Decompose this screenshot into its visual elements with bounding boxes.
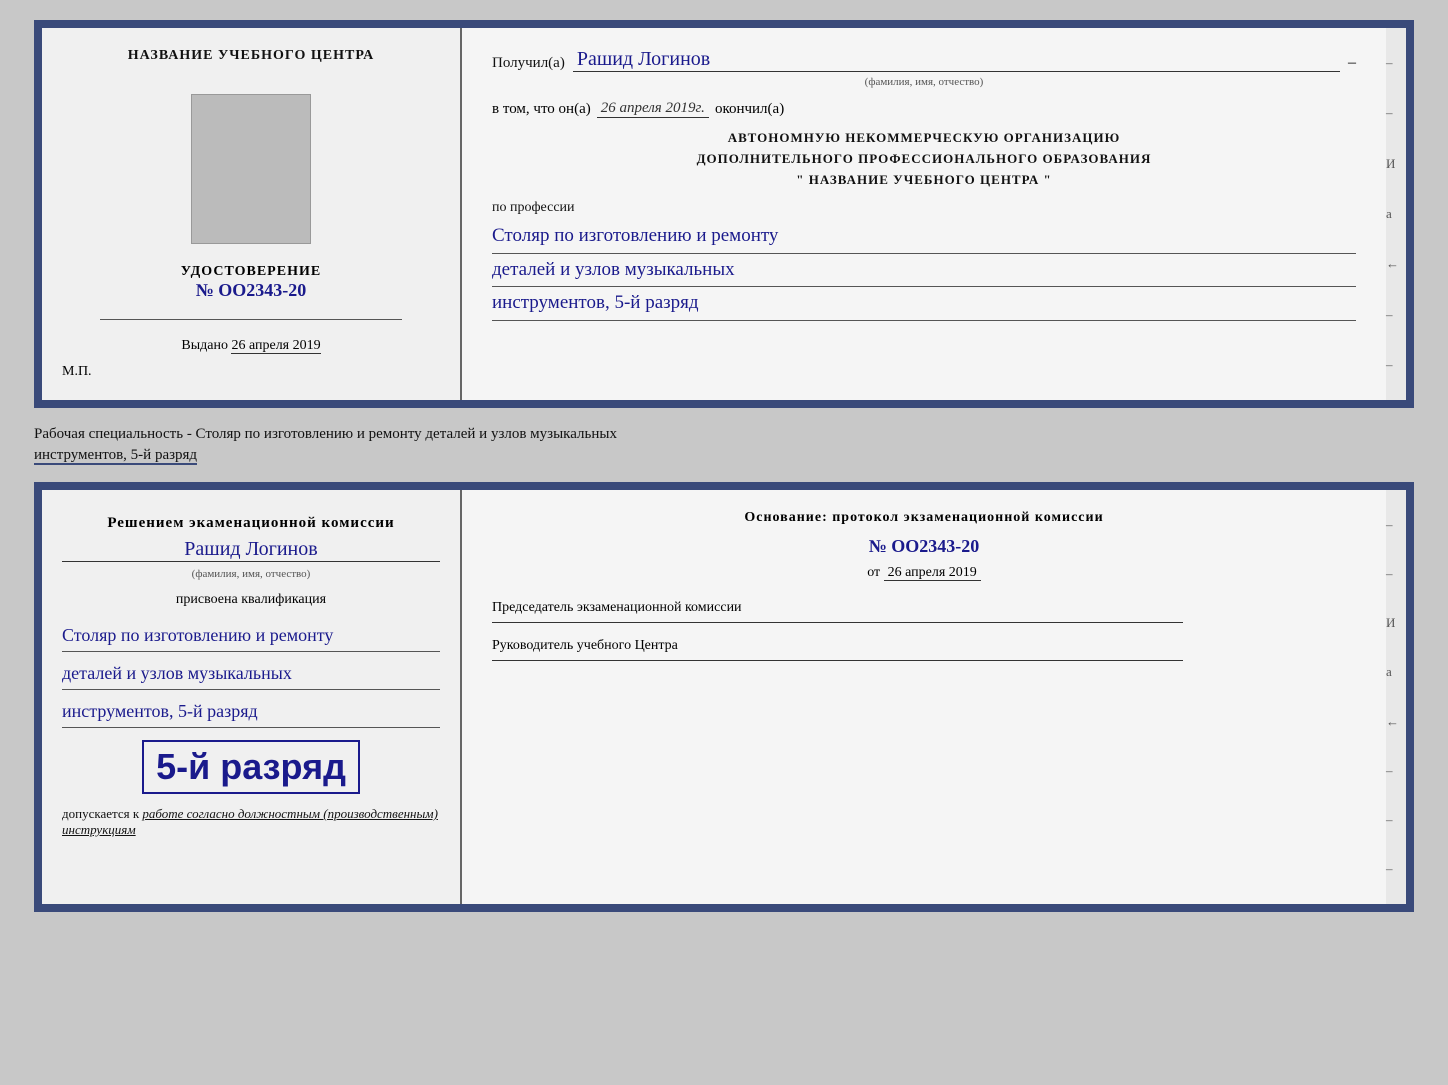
bottom-profession-line2: деталей и узлов музыкальных [62, 658, 440, 690]
razryad-big: 5-й разряд [142, 740, 360, 794]
predsedatel-block: Председатель экзаменационной комиссии [492, 597, 1356, 623]
separator [100, 319, 402, 320]
recipient-label: Получил(а) [492, 55, 565, 72]
top-doc-left: НАЗВАНИЕ УЧЕБНОГО ЦЕНТРА УДОСТОВЕРЕНИЕ №… [42, 28, 462, 400]
bottom-right-wrapper: Основание: протокол экзаменационной коми… [462, 490, 1406, 904]
rukovoditel-label: Руководитель учебного Центра [492, 635, 1356, 656]
dash1: – [1348, 54, 1356, 72]
okonchil-label: окончил(а) [715, 101, 784, 118]
recipient-line: Получил(а) Рашид Логинов – [492, 48, 1356, 72]
ot-label: от [867, 565, 880, 580]
photo-placeholder [191, 94, 311, 244]
org-line3: " НАЗВАНИЕ УЧЕБНОГО ЦЕНТРА " [492, 170, 1356, 191]
bottom-right-side-dashes: – – И а ← – – – [1386, 490, 1406, 904]
bottom-profession-line1: Столяр по изготовлению и ремонту [62, 620, 440, 652]
rukovoditel-block: Руководитель учебного Центра [492, 635, 1356, 661]
org-block: АВТОНОМНУЮ НЕКОММЕРЧЕСКУЮ ОРГАНИЗАЦИЮ ДО… [492, 128, 1356, 190]
bottom-doc-right: Основание: протокол экзаменационной коми… [462, 490, 1386, 904]
top-right-wrapper: Получил(а) Рашид Логинов – (фамилия, имя… [462, 28, 1406, 400]
po-professii-label: по профессии [492, 200, 1356, 216]
bottom-doc-left: Решением экаменационной комиссии Рашид Л… [42, 490, 462, 904]
dopuskaetsya-block: допускается к работе согласно должностны… [62, 806, 440, 838]
top-doc-right: Получил(а) Рашид Логинов – (фамилия, имя… [462, 28, 1386, 400]
bottom-name: Рашид Логинов [62, 538, 440, 562]
vydano-label: Выдано [181, 338, 228, 353]
top-left-title: НАЗВАНИЕ УЧЕБНОГО ЦЕНТРА [128, 48, 374, 64]
right-side-dashes: – – И а ← – – [1386, 28, 1406, 400]
bottom-profession-line3: инструментов, 5-й разряд [62, 696, 440, 728]
v-tom-line: в том, что он(а) 26 апреля 2019г. окончи… [492, 100, 1356, 118]
resheniem-label: Решением экаменационной комиссии [107, 515, 394, 532]
v-tom-label: в том, что он(а) [492, 101, 591, 118]
ot-date-block: от 26 апреля 2019 [492, 565, 1356, 581]
between-label: Рабочая специальность - Столяр по изгото… [34, 418, 1414, 472]
profession-line3: инструментов, 5-й разряд [492, 287, 1356, 321]
org-line1: АВТОНОМНУЮ НЕКОММЕРЧЕСКУЮ ОРГАНИЗАЦИЮ [492, 128, 1356, 149]
rukovoditel-line [492, 660, 1183, 661]
vydano-block: Выдано 26 апреля 2019 [181, 338, 320, 354]
ot-date-value: 26 апреля 2019 [884, 565, 981, 581]
udostoverenie-label: УДОСТОВЕРЕНИЕ [181, 264, 321, 280]
vydano-date: 26 апреля 2019 [231, 338, 320, 354]
profession-line1: Столяр по изготовлению и ремонту [492, 220, 1356, 254]
bottom-fio-sub: (фамилия, имя, отчество) [192, 568, 311, 580]
top-document: НАЗВАНИЕ УЧЕБНОГО ЦЕНТРА УДОСТОВЕРЕНИЕ №… [34, 20, 1414, 408]
prisvoena-label: присвоена квалификация [176, 592, 326, 608]
profession-line2: деталей и узлов музыкальных [492, 254, 1356, 288]
recipient-name: Рашид Логинов [573, 48, 1340, 72]
between-text-underline: инструментов, 5-й разряд [34, 447, 197, 465]
dopuskaetsya-label: допускается к [62, 806, 139, 821]
predsedatel-label: Председатель экзаменационной комиссии [492, 597, 1356, 618]
fio-subtitle-top: (фамилия, имя, отчество) [492, 76, 1356, 88]
udostoverenie-block: УДОСТОВЕРЕНИЕ № OO2343-20 [181, 264, 321, 301]
org-line2: ДОПОЛНИТЕЛЬНОГО ПРОФЕССИОНАЛЬНОГО ОБРАЗО… [492, 149, 1356, 170]
osnovanie-label: Основание: протокол экзаменационной коми… [492, 510, 1356, 526]
protocol-number: № OO2343-20 [492, 536, 1356, 557]
v-tom-date: 26 апреля 2019г. [597, 100, 709, 118]
mp-block: М.П. [62, 364, 92, 380]
bottom-document: Решением экаменационной комиссии Рашид Л… [34, 482, 1414, 912]
udostoverenie-number: № OO2343-20 [181, 280, 321, 301]
predsedatel-line [492, 622, 1183, 623]
between-text: Рабочая специальность - Столяр по изгото… [34, 426, 617, 442]
